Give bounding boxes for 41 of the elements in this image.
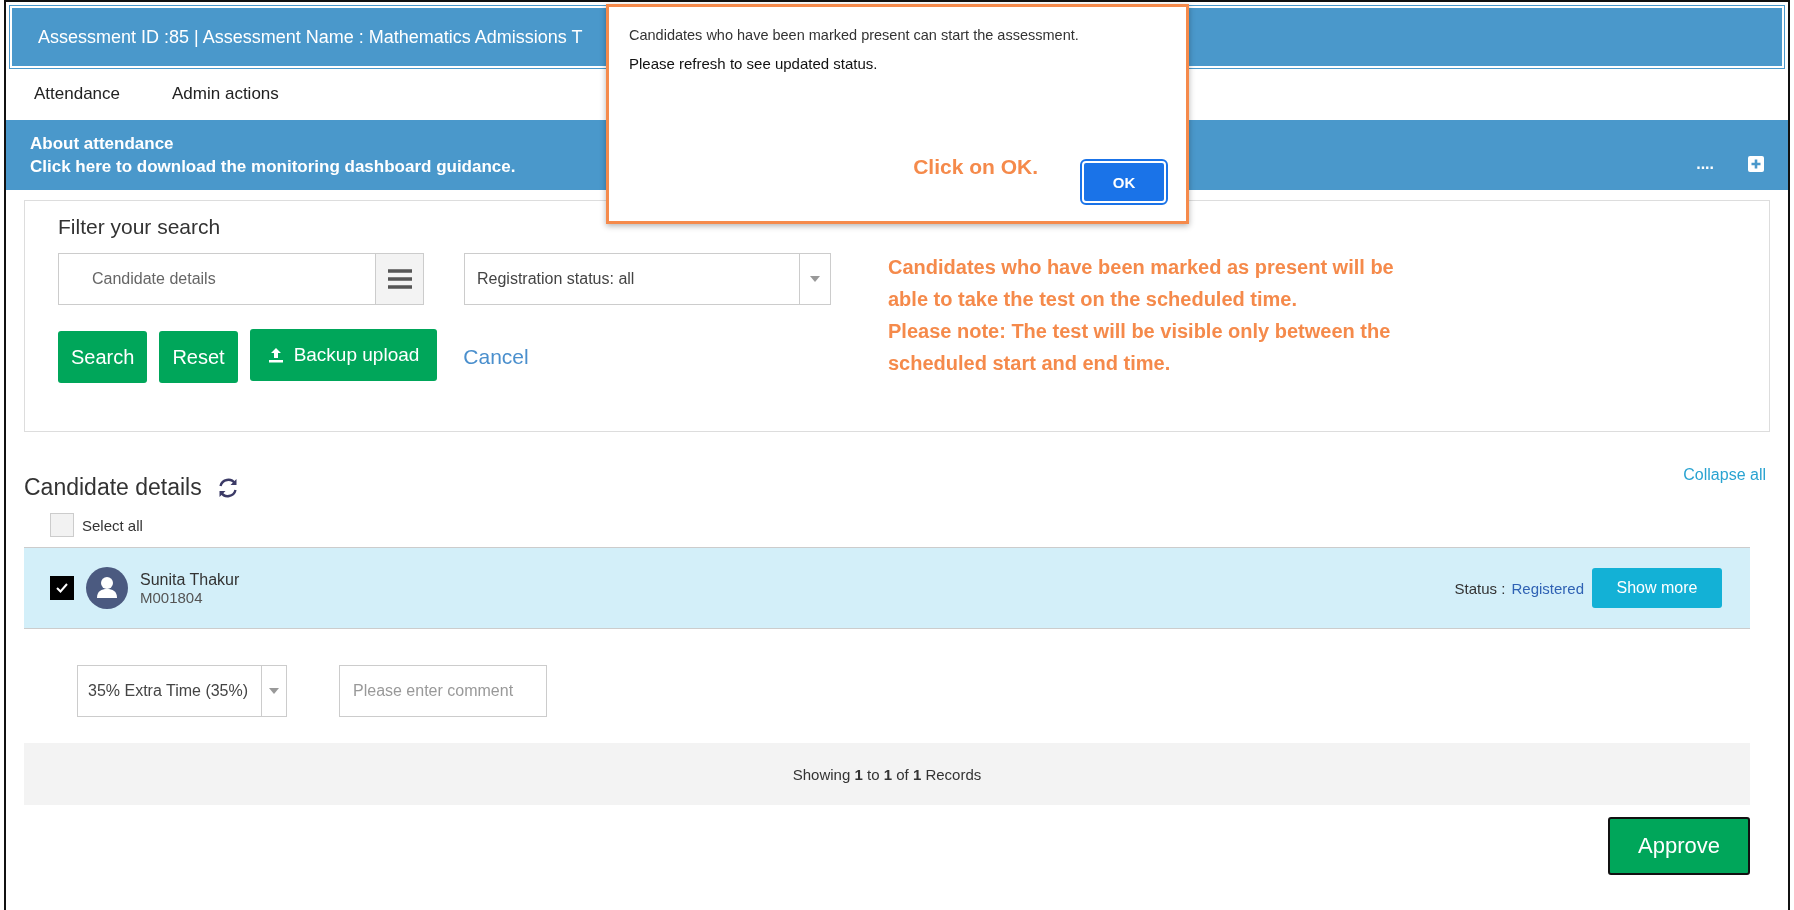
extra-time-dropdown[interactable]: 35% Extra Time (35%) [77, 665, 287, 717]
section-heading: Candidate details [24, 474, 202, 501]
check-icon [56, 583, 68, 593]
assessment-title: Assessment ID :85 | Assessment Name : Mathematics Admissions T [38, 26, 583, 48]
approve-button[interactable]: Approve [1608, 817, 1750, 875]
checkbox[interactable] [50, 576, 74, 600]
candidate-name: Sunita Thakur [140, 570, 240, 589]
candidate-id: M001804 [140, 588, 204, 606]
upload-icon [267, 347, 284, 363]
status-value: Registered [1511, 579, 1584, 597]
records-count: Showing 1 to 1 of 1 Records [792, 765, 982, 783]
nav-tab[interactable]: Admin actions [172, 84, 279, 104]
ok-button[interactable]: OK [1082, 161, 1166, 203]
annotation-text: Click on OK. [913, 155, 1038, 179]
avatar-icon [86, 567, 128, 609]
collapse-all-link[interactable]: Collapse all [1683, 466, 1766, 484]
dialog-note: Please refresh to see updated status. [629, 55, 879, 72]
dialog-message: Candidates who have been marked present can start the assessment. [629, 27, 1080, 43]
candidate-row[interactable]: Sunita Thakur M001804 Status : Registered Show more [24, 547, 1750, 629]
status-dropdown[interactable]: Registration status: all [464, 253, 831, 305]
action-button[interactable]: Reset [159, 331, 238, 383]
candidate-search-field[interactable]: Candidate details [58, 253, 376, 305]
caret-icon [269, 688, 279, 694]
annotation-text: Please note: The test will be visible only between the scheduled start and end time. [888, 319, 1392, 376]
menu-button[interactable] [376, 253, 424, 305]
guidance-link[interactable]: Click here to download the monitoring dashboard guidance. [30, 157, 516, 177]
banner-title: About attendance [30, 134, 175, 154]
annotation-text: Candidates who have been marked as present will be able to take the test on the scheduled time. [888, 255, 1395, 312]
action-button[interactable]: Search [58, 331, 148, 383]
more-menu[interactable]: .... [1696, 156, 1714, 172]
comment-field[interactable]: Please enter comment [339, 665, 547, 717]
caret-icon [810, 276, 820, 282]
menu-icon [386, 268, 413, 290]
show-more-button[interactable]: Show more [1592, 568, 1722, 608]
select-all-label: Select all [82, 516, 143, 534]
nav-tab[interactable]: Attendance [34, 84, 120, 104]
cancel-link[interactable]: Cancel [463, 345, 529, 369]
plus-icon[interactable] [1748, 156, 1764, 172]
filter-heading: Filter your search [58, 215, 222, 239]
status-label: Status : [1454, 579, 1506, 597]
upload-button[interactable]: Backup upload [249, 329, 438, 381]
